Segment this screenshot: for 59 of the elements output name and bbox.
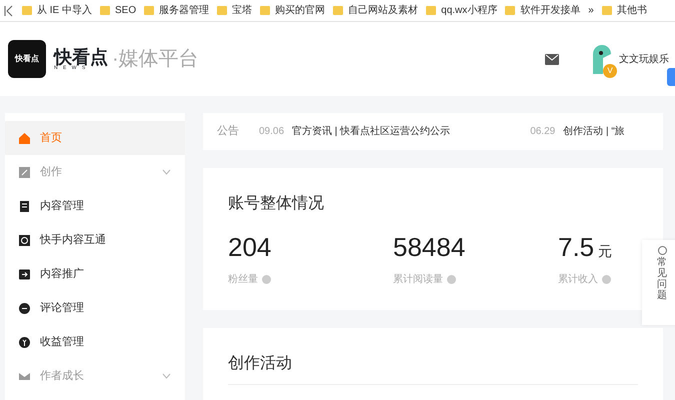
sidebar-item[interactable]: 评论管理 <box>5 291 185 325</box>
stat-unit: 元 <box>598 243 612 259</box>
folder-icon <box>217 6 228 15</box>
bookmark-link[interactable]: qq.wx小程序 <box>441 3 498 18</box>
bookmark-link[interactable]: 购买的官网 <box>275 3 326 18</box>
help-icon[interactable] <box>602 275 611 284</box>
sidebar-item[interactable]: 内容管理 <box>5 189 185 223</box>
folder-icon <box>260 6 270 15</box>
back-icon <box>4 4 14 16</box>
card-title: 创作活动 <box>228 352 638 385</box>
bookmark-link[interactable]: 其他书 <box>616 3 647 18</box>
stat-value: 7.5 <box>558 232 594 262</box>
bookmark-link[interactable]: 宝塔 <box>232 3 252 18</box>
sidebar-item[interactable]: 快手内容互通 <box>5 223 185 257</box>
folder-icon <box>505 6 516 15</box>
help-panel[interactable]: 常见问题 <box>642 240 675 325</box>
platform-title: ·媒体平台 <box>112 47 199 72</box>
bookmark-link[interactable]: 软件开发接单 <box>520 3 580 18</box>
ribbon-icon <box>19 370 30 382</box>
bookmark-link[interactable]: 服务器管理 <box>159 3 210 18</box>
card-title: 账号整体情况 <box>228 194 325 214</box>
sidebar-item[interactable]: 内容推广 <box>5 257 185 291</box>
folder-icon <box>144 6 154 15</box>
logo-text: 快看点 <box>54 48 108 66</box>
folder-icon <box>426 6 436 15</box>
logo-icon: 快看点 <box>8 40 46 78</box>
stat-label: 累计阅读量 <box>393 272 443 287</box>
bookmark-link[interactable]: 从 IE 中导入 <box>37 3 92 18</box>
bookmark-link[interactable]: 自己网站及素材 <box>348 3 418 18</box>
edit-icon <box>19 166 30 178</box>
arrow-icon <box>19 268 30 280</box>
question-icon <box>658 246 666 255</box>
folder-icon <box>602 6 612 15</box>
sync-icon <box>19 234 30 246</box>
sidebar-item[interactable]: 收益管理 <box>5 325 185 359</box>
mail-icon <box>545 54 559 64</box>
bookmark-link[interactable]: SEO <box>115 3 136 18</box>
home-icon <box>19 132 30 144</box>
notice-link[interactable]: 官方资讯 | 快看点社区运营公约公示 <box>292 124 450 139</box>
document-icon <box>19 200 30 212</box>
notice-date: 06.29 <box>530 125 556 139</box>
verified-badge: V <box>603 64 617 78</box>
stat-value: 58484 <box>393 232 466 262</box>
folder-icon <box>22 6 32 15</box>
notice-date: 09.06 <box>259 125 284 139</box>
username[interactable]: 文文玩娱乐 <box>619 52 669 66</box>
yen-icon <box>19 336 30 348</box>
notice-label: 公告 <box>217 124 239 140</box>
notice-link[interactable]: 创作活动 | “旅 <box>563 124 625 139</box>
folder-icon <box>333 6 344 15</box>
more-bookmarks-button[interactable]: » <box>588 3 594 18</box>
help-icon[interactable] <box>447 275 456 284</box>
help-label: 常见问题 <box>657 257 667 301</box>
stat-label: 粉丝量 <box>228 272 258 287</box>
help-icon[interactable] <box>262 275 271 284</box>
comment-icon <box>19 302 30 314</box>
stat-label: 累计收入 <box>558 272 598 287</box>
stat-value: 204 <box>228 232 272 262</box>
folder-icon <box>100 6 110 15</box>
